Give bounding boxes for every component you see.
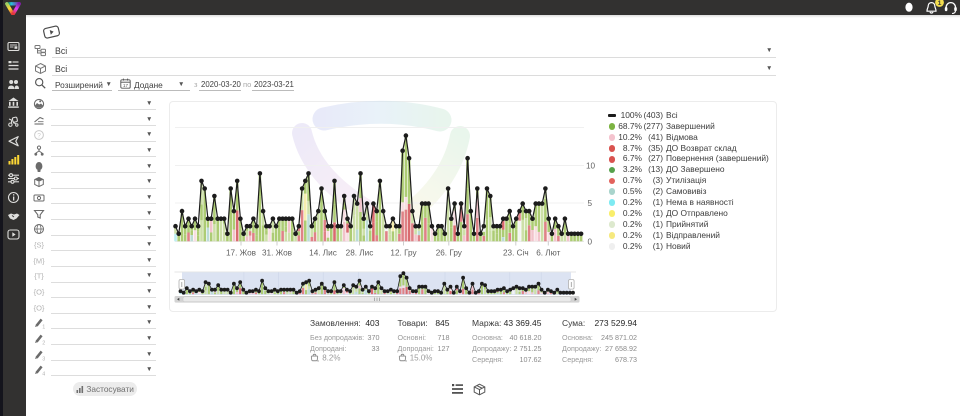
svg-text:x: x [317, 359, 319, 362]
svg-text:x: x [405, 359, 407, 362]
